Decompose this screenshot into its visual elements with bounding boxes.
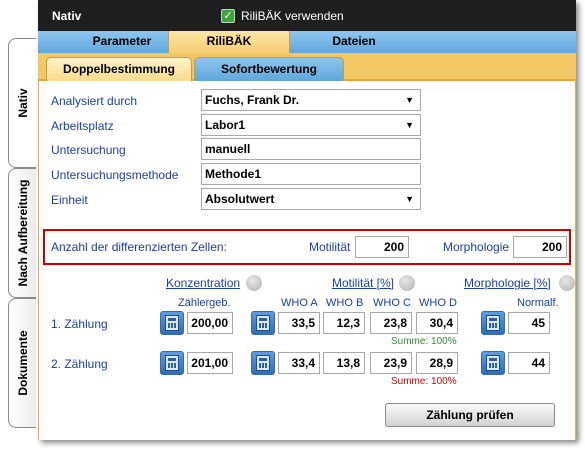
analysiert-value: Fuchs, Frank Dr. — [205, 93, 300, 107]
side-tab-dokumente[interactable]: Dokumente — [8, 298, 36, 428]
untersuchung-label: Untersuchung — [51, 143, 126, 157]
row1-who-d-input[interactable]: 30,4 — [416, 312, 458, 334]
row2-label: 2. Zählung — [51, 357, 108, 371]
morphologie-status-icon — [559, 275, 575, 291]
subtab-doppelbestimmung[interactable]: Doppelbestimmung — [46, 57, 192, 81]
main-panel: Nativ ✓ RiliBÄK verwenden Parameter Rili… — [38, 0, 576, 440]
einheit-label: Einheit — [51, 193, 88, 207]
panel-title: Nativ — [52, 9, 82, 23]
who-b-label: WHO B — [326, 297, 364, 309]
side-tab-nach-aufbereitung[interactable]: Nach Aufbereitung — [8, 168, 36, 298]
motilitaet-status-icon — [399, 275, 415, 291]
tab-parameter[interactable]: Parameter — [58, 31, 186, 53]
tab-dateien-label: Dateien — [332, 34, 376, 48]
calculator-icon[interactable] — [481, 351, 505, 375]
normalf-label: Normalf. — [517, 297, 559, 309]
row2-who-c-input[interactable]: 23,9 — [370, 352, 412, 374]
methode-input[interactable]: Methode1 — [201, 163, 421, 185]
row1-sum-status: Summe: 100% — [391, 336, 457, 347]
row1-who-b-input[interactable]: 12,3 — [323, 312, 365, 334]
row2-normalf-input[interactable]: 44 — [508, 352, 550, 374]
analysiert-label: Analysiert durch — [51, 94, 138, 108]
who-a-label: WHO A — [281, 297, 318, 309]
motilitaet-count-input[interactable]: 200 — [355, 236, 409, 258]
side-tab-dokumente-label: Dokumente — [15, 330, 30, 396]
arbeitsplatz-value: Labor1 — [205, 118, 246, 132]
untersuchung-input[interactable]: manuell — [201, 138, 421, 160]
rilibaek-checkbox-label[interactable]: RiliBÄK verwenden — [241, 9, 344, 23]
motilitaet-count-label: Motilität — [309, 240, 351, 254]
arbeitsplatz-label: Arbeitsplatz — [51, 119, 114, 133]
panel-titlebar: Nativ ✓ RiliBÄK verwenden — [38, 0, 576, 31]
side-tab-nativ-label: Nativ — [15, 88, 30, 118]
arbeitsplatz-select[interactable]: Labor1 ▼ — [201, 114, 421, 136]
einheit-value: Absolutwert — [205, 192, 275, 206]
main-tab-bar: Parameter RiliBÄK Dateien — [38, 31, 576, 53]
methode-label: Untersuchungsmethode — [51, 168, 179, 182]
zaehlung-pruefen-button[interactable]: Zählung prüfen — [385, 403, 555, 427]
row1-who-a-input[interactable]: 33,5 — [278, 312, 320, 334]
morphologie-count-label: Morphologie — [443, 240, 510, 254]
analysiert-select[interactable]: Fuchs, Frank Dr. ▼ — [201, 89, 421, 111]
calculator-icon[interactable] — [481, 311, 505, 335]
row2-who-d-input[interactable]: 28,9 — [416, 352, 458, 374]
zaehlergeb-label: Zählergeb. — [178, 297, 231, 309]
row2-sum-status: Summe: 100% — [391, 376, 457, 387]
tab-parameter-label: Parameter — [92, 34, 152, 48]
calculator-icon[interactable] — [160, 351, 184, 375]
side-tab-bar: Nativ Nach Aufbereitung Dokumente — [0, 0, 40, 450]
chevron-down-icon: ▼ — [405, 120, 414, 130]
einheit-select[interactable]: Absolutwert ▼ — [201, 188, 421, 210]
sub-tab-bar: Doppelbestimmung Sofortbewertung — [38, 53, 576, 81]
rilibaek-checkbox[interactable]: ✓ — [221, 9, 235, 23]
row1-konz-input[interactable]: 200,00 — [187, 312, 233, 334]
subtab-sofortbewertung[interactable]: Sofortbewertung — [194, 57, 344, 81]
motilitaet-header[interactable]: Motilität [%] — [332, 276, 394, 290]
konzentration-status-icon — [246, 275, 262, 291]
who-d-label: WHO D — [419, 297, 457, 309]
tab-rilibaek-label: RiliBÄK — [206, 34, 252, 48]
side-tab-nativ[interactable]: Nativ — [8, 38, 36, 168]
side-tab-nach-aufbereitung-label: Nach Aufbereitung — [15, 179, 30, 287]
morphologie-header[interactable]: Morphologie [%] — [464, 276, 551, 290]
tab-dateien[interactable]: Dateien — [290, 31, 418, 53]
calculator-icon[interactable] — [251, 351, 275, 375]
row1-normalf-input[interactable]: 45 — [508, 312, 550, 334]
diff-cells-label: Anzahl der differenzierten Zellen: — [51, 240, 227, 254]
row2-who-a-input[interactable]: 33,4 — [278, 352, 320, 374]
who-c-label: WHO C — [373, 297, 411, 309]
calculator-icon[interactable] — [251, 311, 275, 335]
calculator-icon[interactable] — [160, 311, 184, 335]
subtab-doppelbestimmung-label: Doppelbestimmung — [62, 62, 175, 76]
row1-label: 1. Zählung — [51, 317, 108, 331]
subtab-sofortbewertung-label: Sofortbewertung — [221, 62, 317, 76]
diff-cells-box: Anzahl der differenzierten Zellen: Motil… — [43, 229, 571, 265]
chevron-down-icon: ▼ — [405, 194, 414, 204]
tab-rilibaek[interactable]: RiliBÄK — [168, 31, 290, 53]
untersuchung-value: manuell — [205, 142, 251, 156]
row2-who-b-input[interactable]: 13,8 — [323, 352, 365, 374]
chevron-down-icon: ▼ — [405, 95, 414, 105]
row2-konz-input[interactable]: 201,00 — [187, 352, 233, 374]
konzentration-header[interactable]: Konzentration — [166, 276, 240, 290]
morphologie-count-input[interactable]: 200 — [513, 236, 567, 258]
row1-who-c-input[interactable]: 23,8 — [370, 312, 412, 334]
methode-value: Methode1 — [205, 167, 262, 181]
content-area: Analysiert durch Fuchs, Frank Dr. ▼ Arbe… — [38, 81, 576, 440]
